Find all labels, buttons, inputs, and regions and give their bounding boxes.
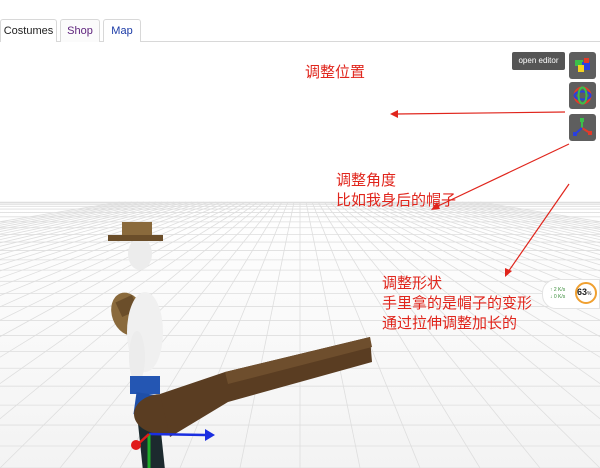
meter-number: 63 [577, 287, 588, 297]
rotate-tool-button[interactable] [569, 82, 596, 109]
download-rate: ↓ 0 K/s [550, 294, 566, 300]
tab-shop[interactable]: Shop [60, 19, 100, 42]
annotation-shape-line3: 通过拉伸调整加长的 [382, 315, 518, 332]
rotate-gizmo-icon [573, 86, 592, 105]
performance-meter: ↑ 2 K/s ↓ 0 K/s 63% [542, 279, 600, 309]
annotation-shape-line1: 调整形状 [382, 275, 443, 292]
tab-map[interactable]: Map [103, 19, 141, 42]
position-gizmo-icon [575, 58, 590, 72]
meter-value: 63% [577, 287, 591, 297]
3d-viewport[interactable] [0, 42, 600, 468]
scene-canvas [0, 42, 600, 468]
annotation-angle-line2: 比如我身后的帽子 [336, 192, 457, 209]
tab-bar: Costumes Shop Map [0, 0, 600, 43]
upload-rate: ↑ 2 K/s [550, 287, 566, 293]
scale-tool-button[interactable] [569, 114, 596, 141]
scale-gizmo-icon [573, 118, 592, 136]
meter-unit: % [587, 291, 592, 297]
annotation-angle-line1: 调整角度 [336, 172, 397, 189]
open-editor-button[interactable]: open editor [512, 52, 565, 70]
tab-costumes[interactable]: Costumes [0, 19, 57, 43]
position-tool-button[interactable] [569, 52, 596, 79]
annotation-shape-line2: 手里拿的是帽子的变形 [382, 295, 533, 312]
annotation-position: 调整位置 [305, 64, 366, 81]
